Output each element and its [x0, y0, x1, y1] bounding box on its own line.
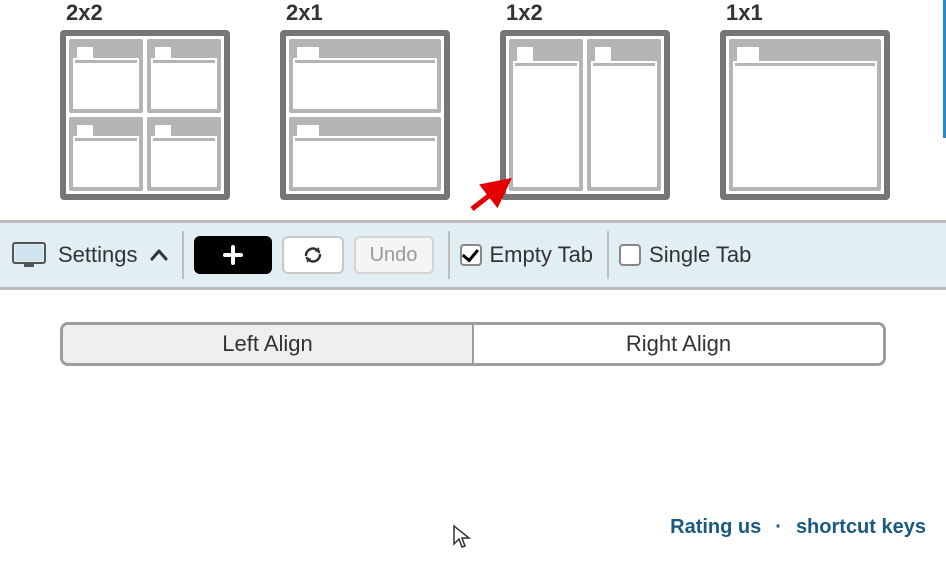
single-tab-label: Single Tab	[649, 242, 751, 268]
layout-label: 1x1	[726, 0, 763, 26]
refresh-button[interactable]	[282, 236, 344, 274]
settings-label: Settings	[58, 242, 138, 268]
layout-box-2x2[interactable]	[60, 30, 230, 200]
layout-option-1x1: 1x1	[720, 0, 890, 200]
checkbox-icon	[460, 244, 482, 266]
single-tab-checkbox[interactable]: Single Tab	[619, 242, 751, 268]
monitor-icon	[12, 242, 46, 268]
layout-label: 2x2	[66, 0, 103, 26]
toolbar-group-settings: Settings	[12, 231, 184, 279]
toolbar: Settings Undo Empty Tab	[0, 220, 946, 290]
layout-box-1x1[interactable]	[720, 30, 890, 200]
layout-label: 1x2	[506, 0, 543, 26]
align-row: Left Align Right Align	[0, 290, 946, 366]
rating-link[interactable]: Rating us	[670, 516, 761, 539]
layout-box-2x1[interactable]	[280, 30, 450, 200]
right-align-button[interactable]: Right Align	[474, 325, 883, 363]
plus-icon	[221, 243, 245, 267]
layout-option-2x1: 2x1	[280, 0, 450, 200]
empty-tab-label: Empty Tab	[490, 242, 594, 268]
footer-links: Rating us · shortcut keys	[670, 516, 926, 539]
empty-tab-checkbox[interactable]: Empty Tab	[460, 242, 594, 268]
toolbar-group-empty-tab: Empty Tab	[460, 231, 610, 279]
layout-box-1x2[interactable]	[500, 30, 670, 200]
chevron-up-icon	[150, 249, 168, 261]
left-align-button[interactable]: Left Align	[63, 325, 474, 363]
checkbox-icon	[619, 244, 641, 266]
undo-button[interactable]: Undo	[354, 236, 434, 274]
layout-label: 2x1	[286, 0, 323, 26]
separator-dot: ·	[775, 516, 782, 539]
toolbar-group-actions: Undo	[194, 231, 450, 279]
layout-option-1x2: 1x2	[500, 0, 670, 200]
settings-button[interactable]: Settings	[12, 242, 168, 268]
add-button[interactable]	[194, 236, 272, 274]
layout-options-row: 2x2 2x1 1x2 1x1	[0, 0, 946, 220]
refresh-icon	[302, 244, 324, 266]
align-toggle-group: Left Align Right Align	[60, 322, 886, 366]
cursor-icon	[452, 524, 472, 550]
shortcut-keys-link[interactable]: shortcut keys	[796, 516, 926, 539]
layout-option-2x2: 2x2	[60, 0, 230, 200]
toolbar-group-single-tab: Single Tab	[619, 231, 751, 279]
